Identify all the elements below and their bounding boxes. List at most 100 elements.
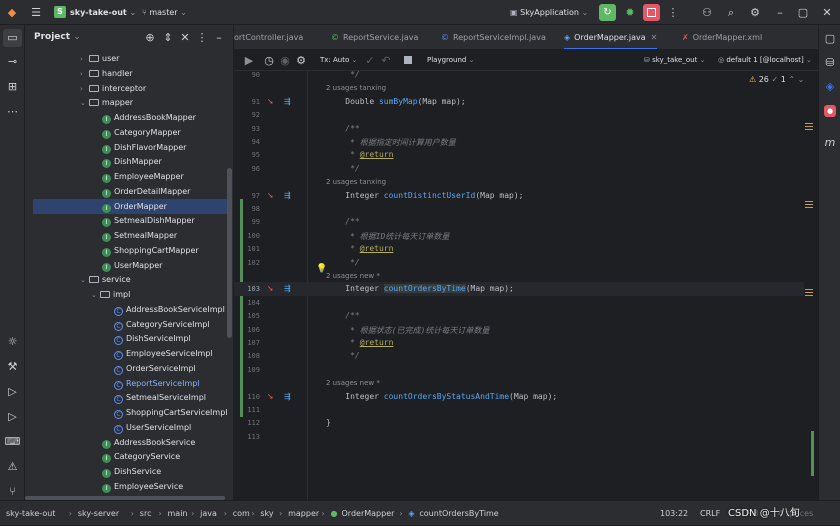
chevron-down-icon[interactable]: ⌄: [80, 273, 89, 288]
code-editor[interactable]: ⚠ 26 ✓ 1 ⌃ ⌄ 90 */2 usages tanxing 91 ➘ ⇶ D…: [234, 71, 818, 500]
datasource-selector[interactable]: ⛁ sky_take_out ⌄: [644, 50, 705, 71]
tree-file[interactable]: C CategoryServiceImpl: [114, 317, 210, 332]
hide-panel-icon[interactable]: –: [212, 25, 226, 50]
history-icon[interactable]: ◷: [262, 50, 276, 71]
debug-icon[interactable]: ✹: [621, 0, 639, 25]
chevron-down-icon[interactable]: ⌄: [91, 288, 100, 303]
code-vision-hint[interactable]: 2 usages tanxing: [326, 178, 386, 186]
tree-file[interactable]: I OrderMapper: [33, 198, 229, 214]
execute-icon[interactable]: ▶: [242, 50, 256, 71]
tree-file[interactable]: I EmployeeService: [102, 479, 183, 494]
rerun-button[interactable]: ↻: [599, 4, 616, 21]
tree-file[interactable]: C SetmealServiceImpl: [114, 390, 206, 405]
branch-selector[interactable]: ⑂ master ⌄: [142, 0, 187, 25]
mybatis-navigate-icon[interactable]: ➘: [267, 284, 274, 293]
breadcrumb-item[interactable]: sky-server: [78, 501, 119, 526]
project-selector[interactable]: sky-take-out ⌄: [70, 0, 136, 25]
settings-icon[interactable]: ⚙: [294, 50, 308, 71]
expand-all-icon[interactable]: ⇕: [161, 25, 175, 50]
add-user-icon[interactable]: ⚇: [698, 0, 716, 25]
tree-file[interactable]: C DishServiceImpl: [114, 331, 191, 346]
run-config-selector[interactable]: ▣ SkyApplication ⌄: [510, 0, 588, 25]
options-icon[interactable]: ⋮: [195, 25, 209, 50]
tree-file[interactable]: I EmployeeMapper: [102, 169, 184, 184]
chevron-down-icon[interactable]: ⌄: [80, 96, 89, 111]
tree-file[interactable]: I CategoryService: [102, 449, 180, 464]
plugin-icon[interactable]: ●: [824, 105, 836, 117]
playground-selector[interactable]: Playground ⌄: [427, 50, 474, 71]
code-vision-hint[interactable]: 2 usages new *: [326, 379, 380, 387]
tab-ordermapper-xml[interactable]: ✗ OrderMapper.xml: [682, 25, 762, 49]
notifications-icon[interactable]: ▢: [819, 29, 840, 49]
ai-assistant-icon[interactable]: ◈: [819, 77, 840, 97]
breadcrumb-item[interactable]: sky: [260, 501, 273, 526]
breadcrumb-item[interactable]: sky-take-out: [6, 501, 55, 526]
tree-file[interactable]: C OrderServiceImpl: [114, 361, 196, 376]
tree-file[interactable]: I ShoppingCartMapper: [102, 243, 199, 258]
marker-stripe[interactable]: [805, 123, 813, 124]
database-icon[interactable]: ⛁: [819, 53, 840, 73]
tree-folder[interactable]: › interceptor: [80, 81, 146, 96]
more-actions-icon[interactable]: ⋮: [665, 0, 681, 25]
minimize-icon[interactable]: –: [772, 0, 788, 25]
close-window-icon[interactable]: ✕: [818, 0, 836, 25]
tab-reportserviceimpl-java[interactable]: © ReportServiceImpl.java: [441, 25, 546, 49]
tree-vertical-scrollbar[interactable]: [227, 168, 232, 338]
settings-gear-icon[interactable]: ⚙: [746, 0, 764, 25]
tree-file[interactable]: I AddressBookMapper: [102, 110, 196, 125]
tree-file[interactable]: I DishMapper: [102, 154, 162, 169]
search-icon[interactable]: ⌕: [722, 0, 740, 25]
chevron-right-icon[interactable]: ›: [80, 82, 89, 97]
git-tool-icon[interactable]: ⑂: [0, 485, 25, 498]
tab-ordermapper-java[interactable]: ◈ OrderMapper.java ✕: [564, 25, 658, 49]
breadcrumb-item[interactable]: mapper: [288, 501, 319, 526]
problems-tool-icon[interactable]: ⚠: [0, 460, 25, 473]
more-tools-icon[interactable]: ⋯: [0, 105, 25, 118]
terminal-tool-icon[interactable]: ⌨: [0, 435, 25, 448]
build-tool-icon[interactable]: ⚒: [0, 360, 25, 373]
mybatis-navigate-icon[interactable]: ➘: [267, 392, 274, 401]
project-tool-icon[interactable]: ▭: [3, 29, 22, 47]
implementation-gutter-icon[interactable]: ⇶: [284, 392, 291, 401]
code-vision-hint[interactable]: 2 usages new *: [326, 272, 380, 280]
breadcrumb-item[interactable]: java: [200, 501, 217, 526]
tree-folder[interactable]: ⌄ mapper: [80, 95, 133, 110]
tx-mode-selector[interactable]: Tx: Auto ⌄: [320, 50, 357, 71]
maximize-icon[interactable]: ▢: [795, 0, 811, 25]
line-separator[interactable]: CRLF: [700, 501, 720, 526]
main-menu-icon[interactable]: ☰: [26, 0, 46, 25]
project-panel-header[interactable]: Project ⌄: [34, 25, 81, 50]
tree-file[interactable]: C UserServiceImpl: [114, 420, 191, 435]
tree-file[interactable]: C AddressBookServiceImpl: [114, 302, 225, 317]
stop-square-icon[interactable]: [404, 56, 412, 64]
code-vision-hint[interactable]: 2 usages tanxing: [326, 84, 386, 92]
structure-tool-icon[interactable]: ⊞: [0, 80, 25, 93]
breadcrumb-item[interactable]: OrderMapper: [342, 501, 395, 526]
tree-file[interactable]: C EmployeeServiceImpl: [114, 346, 213, 361]
chevron-right-icon[interactable]: ›: [80, 52, 89, 67]
maven-icon[interactable]: m: [819, 133, 840, 153]
tree-folder[interactable]: ⌄ service: [80, 272, 131, 287]
tree-file[interactable]: I UserMapper: [102, 258, 162, 273]
tree-file[interactable]: C ReportServiceImpl: [114, 376, 200, 391]
tree-folder[interactable]: › handler: [80, 66, 133, 81]
tree-file[interactable]: I DishFlavorMapper: [102, 140, 186, 155]
services-tool-icon[interactable]: ☼: [0, 335, 25, 348]
tab-reportservice-java[interactable]: © ReportService.java: [331, 25, 418, 49]
debug-tool-icon[interactable]: ▷: [0, 410, 25, 423]
tab-ortcontroller-java[interactable]: ortController.java: [234, 25, 303, 49]
tree-file[interactable]: I AddressBookService: [102, 435, 195, 450]
close-tab-icon[interactable]: ✕: [651, 33, 658, 42]
breadcrumb-item[interactable]: main: [168, 501, 188, 526]
tree-file[interactable]: I SetmealDishMapper: [102, 213, 195, 228]
tree-file[interactable]: I CategoryMapper: [102, 125, 181, 140]
mybatis-navigate-icon[interactable]: ➘: [267, 97, 274, 106]
caret-position[interactable]: 103:22: [660, 501, 688, 526]
locate-icon[interactable]: ⊕: [143, 25, 157, 50]
tree-file[interactable]: C ShoppingCartServiceImpl: [114, 405, 228, 420]
breadcrumb-item[interactable]: countOrdersByTime: [419, 501, 498, 526]
intention-bulb-icon[interactable]: 💡: [316, 264, 327, 274]
implementation-gutter-icon[interactable]: ⇶: [284, 191, 291, 200]
tree-folder[interactable]: ⌄ impl: [91, 287, 130, 302]
implementation-gutter-icon[interactable]: ⇶: [284, 284, 291, 293]
